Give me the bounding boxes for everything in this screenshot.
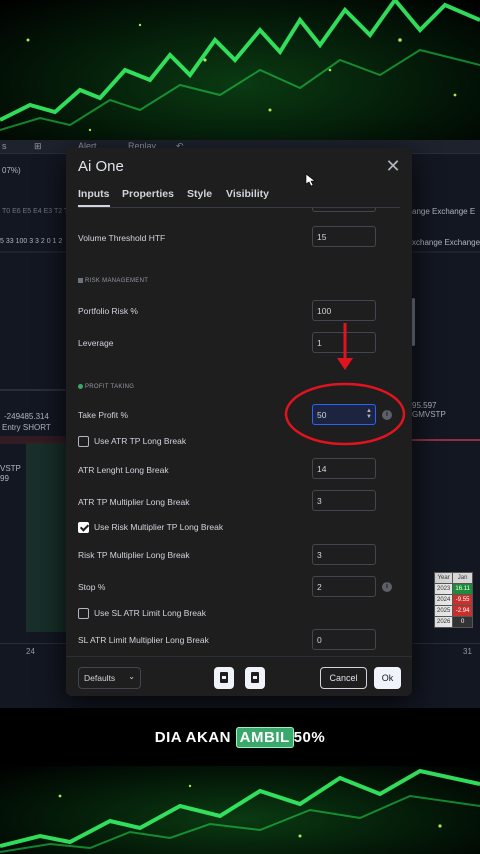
chart-left-text: 5 33 100 3 3 2 0 1 2 [0, 238, 63, 245]
use-sl-atr-checkbox-row[interactable]: Use SL ATR Limit Long Break [78, 608, 206, 620]
leverage-label: Leverage [78, 338, 114, 348]
sl-atr-multiplier-input[interactable]: 0 [312, 629, 376, 650]
use-atr-tp-checkbox-row[interactable]: Use ATR TP Long Break [78, 436, 187, 448]
cancel-button[interactable]: Cancel [320, 667, 367, 689]
chart-right-text: GMVSTP [412, 410, 446, 419]
leverage-input[interactable]: 1 [312, 332, 376, 353]
tab-inputs[interactable]: Inputs [78, 188, 110, 207]
chart-right-text: xchange Exchange [412, 238, 480, 247]
use-atr-tp-label: Use ATR TP Long Break [94, 436, 187, 446]
stop-input[interactable]: 2 [312, 576, 376, 597]
chart-left-text: T0 E6 E5 E4 E3 T2 T1 [2, 208, 73, 215]
perf-value: -2.94 [452, 605, 473, 617]
bottom-banner-chart-image [0, 766, 480, 854]
inputs-scroll-area[interactable]: Volume Threshold HTF 15 RISK MANAGEMENT … [66, 208, 412, 656]
time-axis-label: 31 [463, 647, 472, 656]
video-caption: DIA AKAN AMBIL 50% [0, 727, 480, 748]
use-atr-tp-checkbox[interactable] [78, 436, 89, 448]
chevron-down-icon: ⌄ [128, 672, 135, 681]
load-template-button[interactable] [245, 667, 265, 689]
chart-left-text: -249485.314 [4, 412, 49, 421]
caption-text: DIA AKAN [154, 729, 236, 746]
info-icon[interactable]: i [382, 410, 392, 420]
risk-tp-multiplier-input[interactable]: 3 [312, 544, 376, 565]
take-profit-value: 50 [317, 410, 327, 420]
chart-left-text: Entry SHORT [2, 423, 51, 432]
section-icon [78, 384, 83, 389]
perf-value: -9.55 [452, 594, 473, 606]
tab-visibility[interactable]: Visibility [226, 188, 269, 200]
perf-value: 0 [452, 616, 473, 628]
use-risk-multiplier-label: Use Risk Multiplier TP Long Break [94, 522, 224, 532]
document-icon [220, 672, 228, 683]
profit-taking-section: PROFIT TAKING [78, 384, 134, 390]
tab-style[interactable]: Style [187, 188, 212, 200]
sl-atr-multiplier-label: SL ATR Limit Multiplier Long Break [78, 635, 209, 645]
chart-right-text: 95.597 [412, 401, 437, 410]
volume-threshold-input[interactable]: 15 [312, 226, 376, 247]
indicator-settings-dialog: Ai One ✕ Inputs Properties Style Visibil… [66, 148, 415, 696]
time-axis-label: 24 [26, 647, 35, 656]
take-profit-label: Take Profit % [78, 410, 129, 420]
take-profit-input[interactable]: 50 ▲ ▼ [312, 404, 376, 425]
chart-right-text: ange Exchange E [412, 207, 476, 216]
use-sl-atr-checkbox[interactable] [78, 608, 89, 620]
use-sl-atr-label: Use SL ATR Limit Long Break [94, 608, 206, 618]
perf-value: 16.11 [452, 583, 473, 595]
defaults-dropdown[interactable]: Defaults ⌄ [78, 667, 141, 689]
perf-header-year: Year [433, 572, 454, 584]
document-icon [251, 672, 259, 683]
clipped-input-field[interactable] [312, 208, 376, 212]
tab-properties[interactable]: Properties [122, 188, 174, 200]
ok-button[interactable]: Ok [374, 667, 401, 689]
chart-left-text: 07%) [2, 166, 21, 175]
risk-tp-multiplier-label: Risk TP Multiplier Long Break [78, 550, 190, 560]
defaults-label: Defaults [84, 673, 116, 683]
chart-left-text: 99 [0, 474, 9, 483]
dialog-title: Ai One [78, 158, 124, 175]
portfolio-risk-input[interactable]: 100 [312, 300, 376, 321]
scrollbar[interactable] [412, 298, 415, 346]
save-template-button[interactable] [214, 667, 234, 689]
performance-table: Year Jan 2023 16.11 2024 -9.55 2025 -2.9… [433, 572, 473, 628]
use-risk-multiplier-checkbox-row[interactable]: Use Risk Multiplier TP Long Break [78, 522, 224, 534]
caption-text: 50% [293, 729, 326, 746]
perf-year: 2023 [433, 583, 454, 595]
toolbar-fragment: s [2, 141, 7, 151]
perf-year: 2025 [433, 605, 454, 617]
top-banner-chart-image [0, 0, 480, 140]
section-title: RISK MANAGEMENT [85, 278, 149, 285]
atr-length-input[interactable]: 14 [312, 458, 376, 479]
perf-header-month: Jan [452, 572, 473, 584]
stepper-arrows-icon[interactable]: ▲ ▼ [366, 408, 372, 420]
footer-divider [66, 656, 412, 657]
layout-icon[interactable]: ⊞ [34, 141, 42, 152]
atr-tp-multiplier-input[interactable]: 3 [312, 490, 376, 511]
perf-year: 2026 [433, 616, 454, 628]
section-title: PROFIT TAKING [85, 384, 135, 391]
perf-year: 2024 [433, 594, 454, 606]
atr-tp-multiplier-label: ATR TP Multiplier Long Break [78, 497, 190, 507]
caption-highlight: AMBIL [235, 727, 294, 748]
stop-label: Stop % [78, 582, 106, 592]
portfolio-risk-label: Portfolio Risk % [78, 306, 138, 316]
atr-length-label: ATR Lenght Long Break [78, 465, 169, 475]
use-risk-multiplier-checkbox[interactable] [78, 522, 89, 534]
chart-left-text: VSTP [0, 464, 21, 473]
close-icon[interactable]: ✕ [385, 157, 401, 175]
section-icon [78, 278, 83, 283]
info-icon[interactable]: i [382, 582, 392, 592]
volume-threshold-label: Volume Threshold HTF [78, 233, 166, 243]
risk-management-section: RISK MANAGEMENT [78, 278, 148, 284]
